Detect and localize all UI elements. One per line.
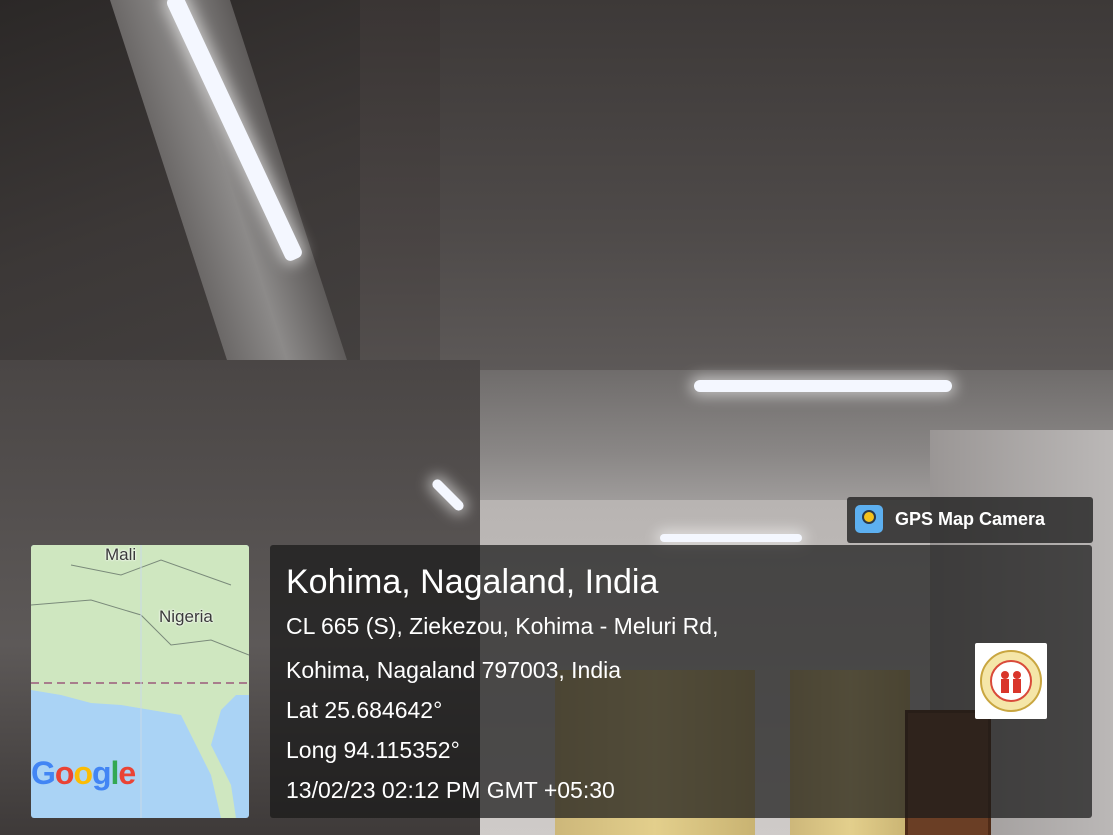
- photo-background: Mali Nigeria Google Kohima, Nagaland, In…: [0, 0, 1113, 835]
- location-info-panel: Kohima, Nagaland, India CL 665 (S), Ziek…: [270, 545, 1092, 818]
- tube-light: [694, 380, 952, 392]
- map-label-nigeria: Nigeria: [159, 607, 213, 626]
- map-thumbnail: Mali Nigeria Google: [31, 545, 249, 818]
- gps-map-camera-tag: GPS Map Camera: [847, 497, 1093, 543]
- address-line-1: CL 665 (S), Ziekezou, Kohima - Meluri Rd…: [286, 613, 719, 639]
- gps-map-camera-icon: [855, 505, 883, 533]
- timestamp-text: 13/02/23 02:12 PM GMT +05:30: [286, 777, 615, 803]
- ceiling: [440, 0, 1113, 380]
- organization-logo-icon: [975, 643, 1047, 719]
- tube-light: [660, 534, 802, 542]
- location-title: Kohima, Nagaland, India: [286, 563, 659, 601]
- latitude-text: Lat 25.684642°: [286, 697, 443, 723]
- map-label-mali: Mali: [105, 545, 137, 564]
- app-name: GPS Map Camera: [895, 509, 1046, 529]
- google-logo: Google: [31, 755, 136, 791]
- longitude-text: Long 94.115352°: [286, 737, 460, 763]
- address-line-2: Kohima, Nagaland 797003, India: [286, 657, 622, 683]
